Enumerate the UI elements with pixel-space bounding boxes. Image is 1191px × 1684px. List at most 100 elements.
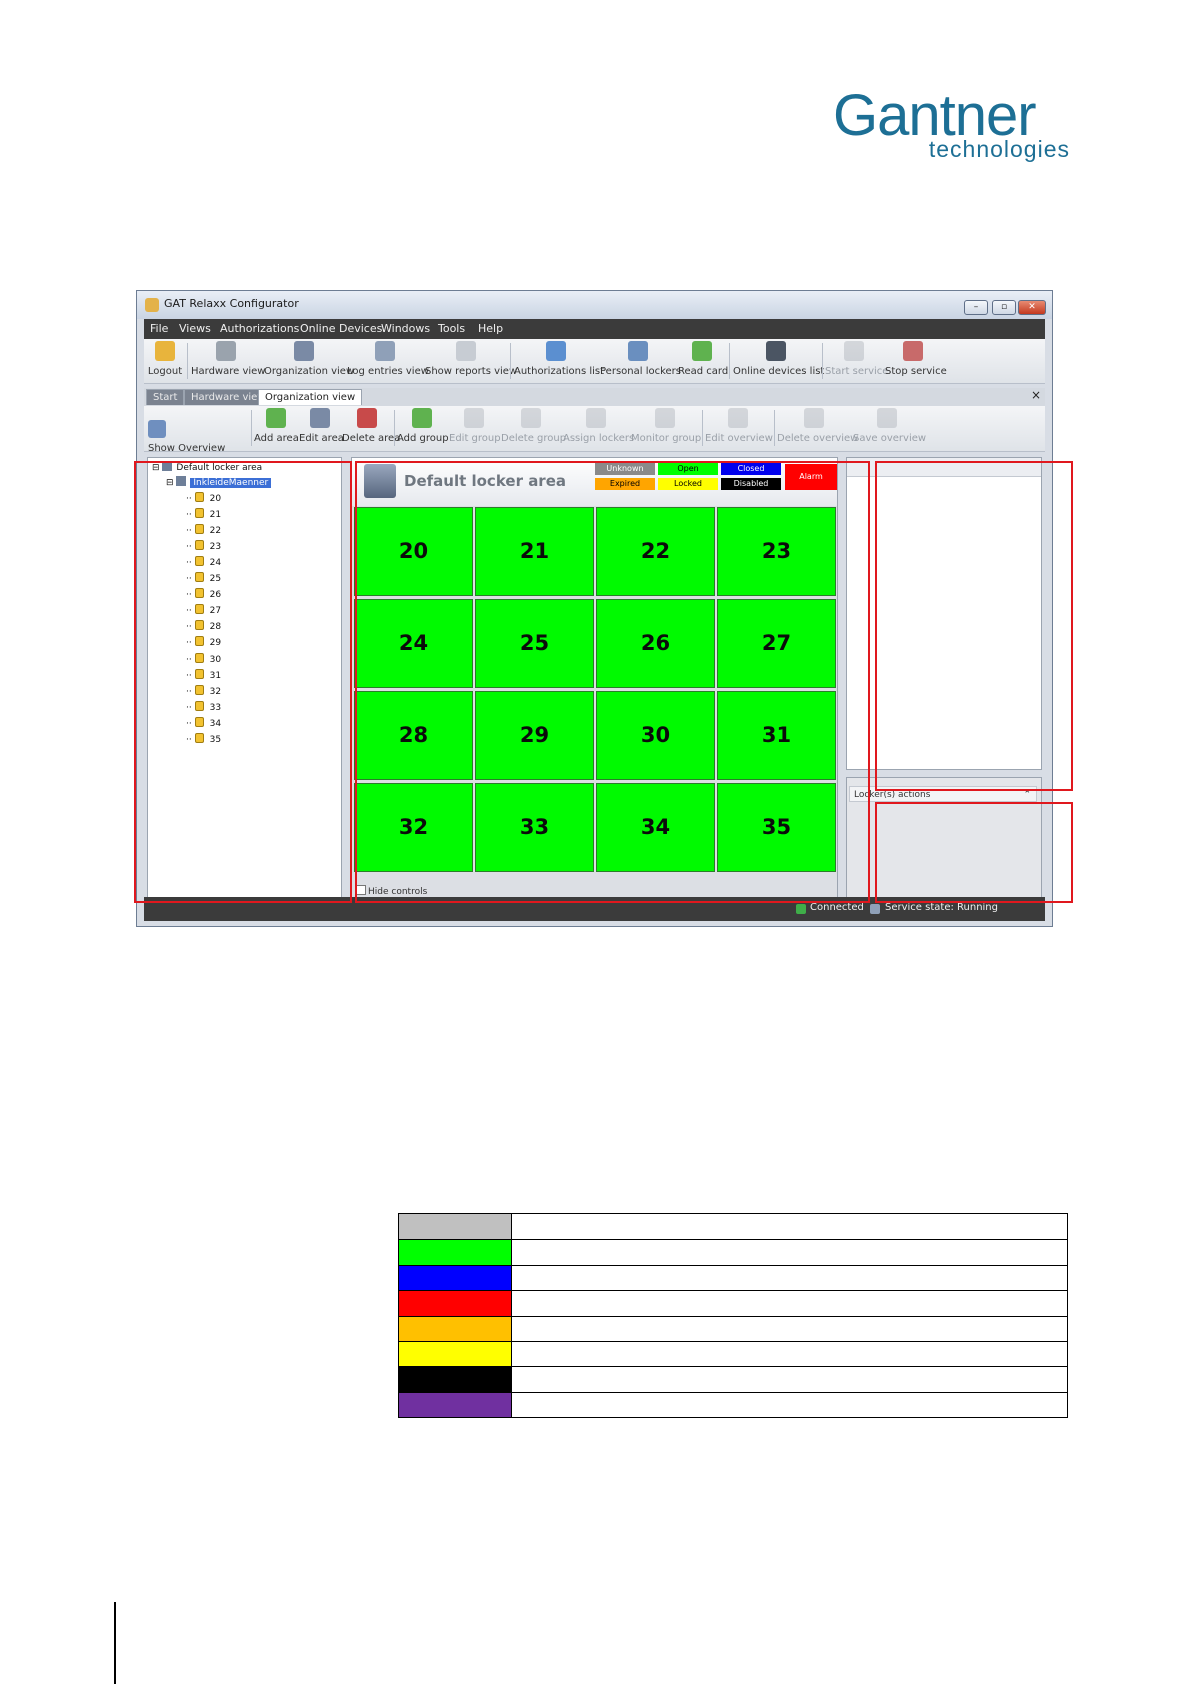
stop-service-label: Stop service [885,366,947,377]
online-devices-list-button[interactable]: Online devices list [733,341,824,377]
logout-label: Logout [147,366,183,377]
edit-group-label: Edit group [449,433,501,444]
organization-view-label: Organization view [264,366,355,377]
menu-windows[interactable]: Windows [381,322,430,335]
add-area-icon [266,408,286,428]
tab-start[interactable]: Start [146,389,185,405]
hardware-view-button[interactable]: Hardware view [191,341,266,377]
edit-area-icon [310,408,330,428]
color-swatch [399,1214,512,1240]
delete-area-label: Delete area [342,433,401,444]
logo-subtitle: technologies [928,136,1070,162]
organization-view-button[interactable]: Organization view [264,341,355,377]
color-legend-row [399,1290,1067,1316]
hardware-icon [216,341,236,361]
show-overview-button[interactable]: Show Overview [148,418,248,457]
menu-help[interactable]: Help [478,322,503,335]
delete-area-icon [357,408,377,428]
color-legend-row [399,1239,1067,1265]
logout-button[interactable]: Logout [146,341,184,377]
assign-lockers-button[interactable]: Assign lockers [563,408,634,444]
start-service-button[interactable]: Start service [825,341,888,377]
delete-area-button[interactable]: Delete area [342,408,401,444]
organization-toolbar: Show Overview Add area Edit area Delete … [144,406,1045,454]
gantner-logo: Gantner technologies [833,86,1073,166]
window-title: GAT Relaxx Configurator [164,297,299,310]
toolbar-separator [251,410,252,446]
delete-group-icon [521,408,541,428]
edit-overview-button[interactable]: Edit overview [705,408,773,444]
color-legend-row [399,1315,1067,1341]
close-tab-icon[interactable]: × [1031,388,1041,402]
show-reports-view-button[interactable]: Show reports view [425,341,518,377]
color-swatch [399,1265,512,1291]
edit-area-button[interactable]: Edit area [299,408,344,444]
auth-icon [546,341,566,361]
close-button[interactable]: ✕ [1018,300,1046,315]
delete-overview-label: Delete overview [777,433,859,444]
connection-status: Connected [810,902,864,913]
app-icon [145,298,159,312]
color-swatch [399,1316,512,1341]
monitor-group-button[interactable]: Monitor group [631,408,701,444]
color-legend-row [399,1391,1067,1417]
add-group-label: Add group [397,433,449,444]
add-area-label: Add area [254,433,299,444]
save-overview-button[interactable]: Save overview [853,408,927,444]
menu-file[interactable]: File [150,322,168,335]
service-icon [870,904,880,914]
card-icon [692,341,712,361]
gear-icon [844,341,864,361]
add-group-button[interactable]: Add group [397,408,449,444]
add-group-icon [412,408,432,428]
edit-overview-label: Edit overview [705,433,773,444]
toolbar-separator [822,343,823,379]
toolbar-separator [394,410,395,446]
device-icon [766,341,786,361]
log-entries-view-button[interactable]: Log entries view [347,341,429,377]
stop-service-button[interactable]: Stop service [885,341,947,377]
delete-overview-button[interactable]: Delete overview [777,408,859,444]
service-status: Service state: Running [885,902,998,913]
maximize-button[interactable]: ▫ [992,300,1016,315]
highlight-overview [355,461,870,903]
highlight-tree [134,461,352,903]
color-legend-table [398,1213,1068,1418]
menu-online-devices[interactable]: Online Devices [300,322,382,335]
minimize-button[interactable]: – [964,300,988,315]
authorizations-list-button[interactable]: Authorizations list [514,341,605,377]
edit-group-button[interactable]: Edit group [449,408,501,444]
color-legend-row [399,1340,1067,1367]
menu-bar: File Views Authorizations Online Devices… [144,319,1045,339]
show-overview-label: Show Overview [148,442,226,454]
toolbar-separator [510,343,511,379]
menu-tools[interactable]: Tools [438,322,465,335]
menu-views[interactable]: Views [179,322,211,335]
toolbar-separator [702,410,703,446]
log-entries-view-label: Log entries view [347,366,429,377]
edit-overview-icon [728,408,748,428]
color-swatch [399,1341,512,1367]
overview-icon [148,419,166,438]
main-toolbar: Logout Hardware view Organization view L… [144,339,1045,384]
save-icon [877,408,897,428]
tab-bar: Start Hardware view Organization view × [144,388,1045,406]
trash-icon [804,408,824,428]
personal-lockers-label: Personal lockers [600,366,681,377]
show-reports-view-label: Show reports view [425,366,518,377]
menu-authorizations[interactable]: Authorizations [220,322,299,335]
tab-organization-view[interactable]: Organization view [258,389,363,405]
save-overview-label: Save overview [853,433,927,444]
color-swatch [399,1240,512,1265]
read-card-label: Read card [678,366,729,377]
report-icon [456,341,476,361]
read-card-button[interactable]: Read card [678,341,729,377]
authorizations-list-label: Authorizations list [514,366,605,377]
delete-group-button[interactable]: Delete group [501,408,566,444]
add-area-button[interactable]: Add area [254,408,299,444]
hardware-view-label: Hardware view [191,366,266,377]
assign-icon [586,408,606,428]
personal-lockers-button[interactable]: Personal lockers [600,341,681,377]
page-margin-line [114,1602,116,1684]
connected-icon [796,904,806,914]
